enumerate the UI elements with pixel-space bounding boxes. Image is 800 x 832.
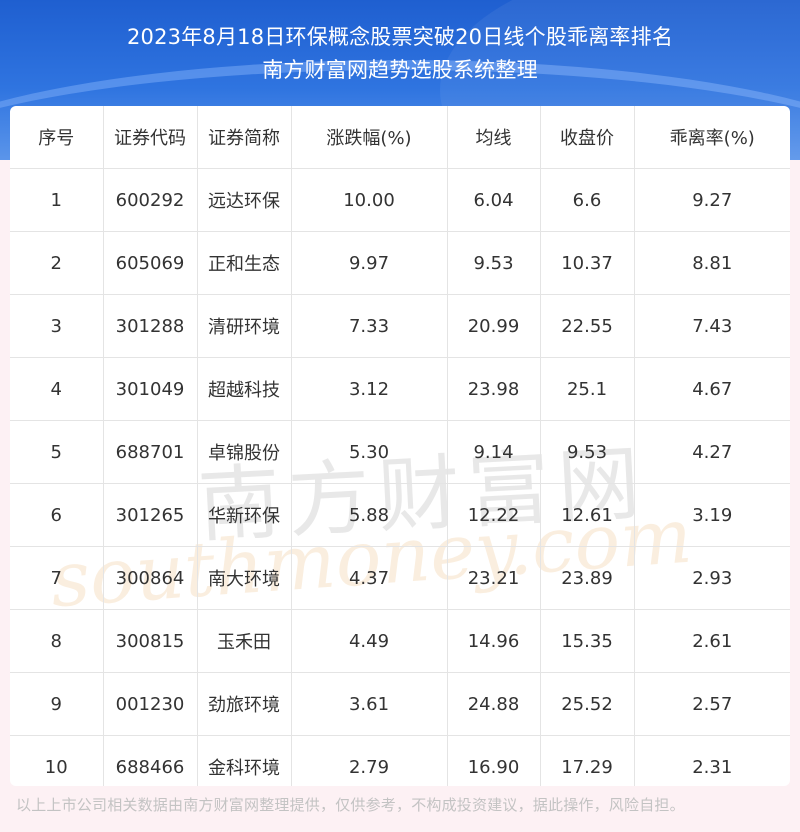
cell-bias: 9.27 xyxy=(692,189,733,211)
table-row: 8 300815 玉禾田 4.49 14.96 15.35 2.61 xyxy=(10,609,790,673)
header-close: 收盘价 xyxy=(540,106,635,169)
cell-name: 玉禾田 xyxy=(197,609,292,673)
table-row: 3 301288 清研环境 7.33 20.99 22.55 7.43 xyxy=(10,294,790,358)
header-rank: 序号 xyxy=(10,106,104,169)
header-ma: 均线 xyxy=(447,106,541,169)
cell-code: 300815 xyxy=(103,609,198,673)
table-row: 9 001230 劲旅环境 3.61 24.88 25.52 2.57 xyxy=(10,672,790,736)
table-card: 南方财富网 southmoney.com 序号 证券代码 证券简称 涨跌幅(%)… xyxy=(10,106,790,786)
page-title: 2023年8月18日环保概念股票突破20日线个股乖离率排名 南方财富网趋势选股系… xyxy=(0,22,800,85)
header-bias: 乖离率(%) xyxy=(669,128,755,149)
cell-rank: 5 xyxy=(10,420,104,484)
cell-change: 4.37 xyxy=(291,546,448,610)
cell-rank: 3 xyxy=(10,294,104,358)
cell-code: 605069 xyxy=(103,231,198,295)
cell-code: 301265 xyxy=(103,483,198,547)
header-code: 证券代码 xyxy=(103,106,198,169)
cell-code: 301288 xyxy=(103,294,198,358)
stock-table: 序号 证券代码 证券简称 涨跌幅(%) 均线 收盘价 乖离率(%) 1 60029… xyxy=(10,106,790,786)
cell-code: 600292 xyxy=(103,168,198,232)
cell-change: 3.12 xyxy=(291,357,448,421)
cell-close: 15.35 xyxy=(540,609,635,673)
header-name: 证券简称 xyxy=(197,106,292,169)
cell-code: 688701 xyxy=(103,420,198,484)
cell-change: 2.79 xyxy=(291,735,448,786)
cell-name: 金科环境 xyxy=(197,735,292,786)
cell-bias: 4.27 xyxy=(692,441,733,463)
table-row: 7 300864 南大环境 4.37 23.21 23.89 2.93 xyxy=(10,546,790,610)
cell-ma: 12.22 xyxy=(447,483,541,547)
cell-rank: 10 xyxy=(10,735,104,786)
table-row: 6 301265 华新环保 5.88 12.22 12.61 3.19 xyxy=(10,483,790,547)
cell-change: 10.00 xyxy=(291,168,448,232)
cell-close: 6.6 xyxy=(540,168,635,232)
cell-bias: 2.61 xyxy=(692,630,733,652)
cell-close: 23.89 xyxy=(540,546,635,610)
cell-ma: 16.90 xyxy=(447,735,541,786)
cell-ma: 24.88 xyxy=(447,672,541,736)
cell-change: 9.97 xyxy=(291,231,448,295)
cell-rank: 8 xyxy=(10,609,104,673)
cell-change: 4.49 xyxy=(291,609,448,673)
cell-close: 10.37 xyxy=(540,231,635,295)
cell-ma: 6.04 xyxy=(447,168,541,232)
cell-rank: 6 xyxy=(10,483,104,547)
cell-name: 远达环保 xyxy=(197,168,292,232)
cell-name: 正和生态 xyxy=(197,231,292,295)
cell-code: 688466 xyxy=(103,735,198,786)
cell-ma: 23.98 xyxy=(447,357,541,421)
cell-name: 南大环境 xyxy=(197,546,292,610)
table-header-row: 序号 证券代码 证券简称 涨跌幅(%) 均线 收盘价 乖离率(%) xyxy=(10,106,790,169)
cell-bias: 8.81 xyxy=(692,252,733,274)
cell-rank: 4 xyxy=(10,357,104,421)
disclaimer: 以上上市公司相关数据由南方财富网整理提供，仅供参考，不构成投资建议，据此操作，风… xyxy=(16,796,685,814)
cell-close: 9.53 xyxy=(540,420,635,484)
table-row: 2 605069 正和生态 9.97 9.53 10.37 8.81 xyxy=(10,231,790,295)
cell-change: 5.88 xyxy=(291,483,448,547)
cell-code: 300864 xyxy=(103,546,198,610)
cell-bias: 7.43 xyxy=(692,315,733,337)
header-change: 涨跌幅(%) xyxy=(291,106,448,169)
cell-rank: 9 xyxy=(10,672,104,736)
cell-close: 25.1 xyxy=(540,357,635,421)
cell-name: 华新环保 xyxy=(197,483,292,547)
cell-code: 301049 xyxy=(103,357,198,421)
cell-ma: 9.53 xyxy=(447,231,541,295)
cell-name: 劲旅环境 xyxy=(197,672,292,736)
cell-ma: 20.99 xyxy=(447,294,541,358)
cell-close: 22.55 xyxy=(540,294,635,358)
table-row: 5 688701 卓锦股份 5.30 9.14 9.53 4.27 xyxy=(10,420,790,484)
table-row: 10 688466 金科环境 2.79 16.90 17.29 2.31 xyxy=(10,735,790,786)
cell-change: 7.33 xyxy=(291,294,448,358)
cell-close: 12.61 xyxy=(540,483,635,547)
cell-code: 001230 xyxy=(103,672,198,736)
cell-rank: 1 xyxy=(10,168,104,232)
cell-ma: 14.96 xyxy=(447,609,541,673)
cell-bias: 2.93 xyxy=(692,567,733,589)
cell-close: 17.29 xyxy=(540,735,635,786)
cell-change: 3.61 xyxy=(291,672,448,736)
cell-name: 卓锦股份 xyxy=(197,420,292,484)
table-row: 1 600292 远达环保 10.00 6.04 6.6 9.27 xyxy=(10,168,790,232)
cell-bias: 3.19 xyxy=(692,504,733,526)
title-line-2: 南方财富网趋势选股系统整理 xyxy=(262,58,538,82)
cell-close: 25.52 xyxy=(540,672,635,736)
cell-ma: 23.21 xyxy=(447,546,541,610)
cell-bias: 4.67 xyxy=(692,378,733,400)
table-row: 4 301049 超越科技 3.12 23.98 25.1 4.67 xyxy=(10,357,790,421)
cell-bias: 2.31 xyxy=(692,756,733,778)
cell-rank: 7 xyxy=(10,546,104,610)
cell-name: 清研环境 xyxy=(197,294,292,358)
title-line-1: 2023年8月18日环保概念股票突破20日线个股乖离率排名 xyxy=(126,25,674,49)
cell-rank: 2 xyxy=(10,231,104,295)
cell-ma: 9.14 xyxy=(447,420,541,484)
cell-change: 5.30 xyxy=(291,420,448,484)
cell-bias: 2.57 xyxy=(692,693,733,715)
cell-name: 超越科技 xyxy=(197,357,292,421)
